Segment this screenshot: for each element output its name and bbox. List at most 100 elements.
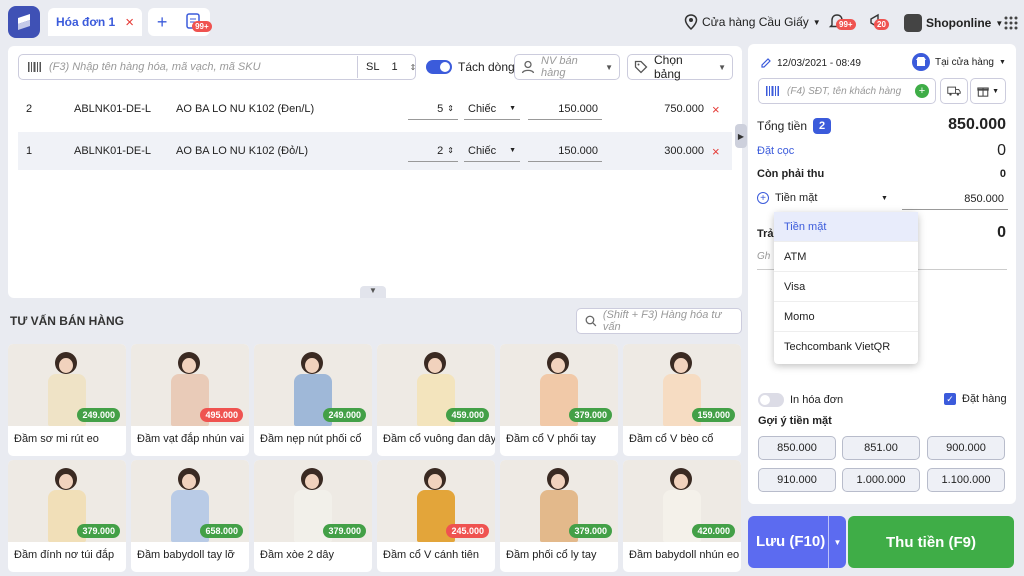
- expand-side-button[interactable]: ▶: [735, 124, 747, 148]
- staff-select[interactable]: NV bán hàng ▼: [514, 54, 620, 80]
- product-search-input[interactable]: (F3) Nhập tên hàng hóa, mã vạch, mã SKU …: [18, 54, 416, 80]
- alert-badge: 20: [874, 19, 889, 30]
- suggestion-search-input[interactable]: (Shift + F3) Hàng hóa tư vấn: [576, 308, 742, 334]
- order-label: Đặt hàng: [962, 393, 1007, 405]
- row-sku: ABLNK01-DE-L: [74, 145, 152, 157]
- row-unit-select[interactable]: Chiếc ▼: [464, 98, 520, 120]
- add-tab-button[interactable]: +: [157, 13, 168, 31]
- price-badge: 379.000: [569, 524, 612, 538]
- order-datetime[interactable]: 12/03/2021 - 08:49: [760, 57, 861, 69]
- table-row[interactable]: 2 ABLNK01-DE-L AO BA LO NU K102 (Đen/L) …: [18, 90, 732, 128]
- barcode-icon: [766, 86, 779, 96]
- row-total: 300.000: [664, 145, 704, 157]
- tab-invoice-1[interactable]: Hóa đơn 1 ×: [48, 8, 142, 36]
- cash-suggestion-chip[interactable]: 1.000.000: [842, 468, 920, 492]
- delete-row-icon[interactable]: ×: [712, 102, 720, 117]
- product-name: Đầm cổ V bèo cổ: [629, 433, 714, 445]
- app-logo[interactable]: [8, 6, 40, 38]
- cash-suggestion-chip[interactable]: 900.000: [927, 436, 1005, 460]
- product-card[interactable]: 658.000 Đầm babydoll tay lỡ: [131, 460, 249, 572]
- notification-button[interactable]: 99+: [828, 12, 856, 33]
- split-line-toggle[interactable]: Tách dòng: [426, 60, 515, 74]
- quantity-selector[interactable]: SL 1 ⇕: [357, 56, 416, 78]
- row-price-input[interactable]: 150.000: [528, 140, 602, 162]
- price-badge: 658.000: [200, 524, 243, 538]
- row-quantity-input[interactable]: 2 ⇕: [408, 140, 458, 162]
- price-badge: 379.000: [323, 524, 366, 538]
- gift-icon: [977, 87, 989, 97]
- collapse-panel-button[interactable]: ▼: [360, 286, 386, 298]
- pay-button[interactable]: Thu tiền (F9): [848, 516, 1014, 568]
- payment-option[interactable]: Tiền mặt: [774, 212, 918, 242]
- product-name: Đầm đính nơ túi đắp: [14, 549, 115, 561]
- remaining-label: Còn phải thu: [757, 168, 825, 180]
- invoice-list-button[interactable]: 99+: [185, 12, 212, 33]
- store-selector[interactable]: Cửa hàng Cầu Giấy ▼: [684, 14, 821, 30]
- deposit-link[interactable]: Đặt cọc: [757, 145, 794, 157]
- product-card[interactable]: 459.000 Đầm cổ vuông đan dây: [377, 344, 495, 456]
- payment-amount-input[interactable]: 850.000: [902, 188, 1008, 210]
- add-payment-icon[interactable]: +: [757, 192, 769, 204]
- shipping-button[interactable]: [940, 78, 968, 104]
- save-options-chevron-icon[interactable]: ▼: [828, 516, 846, 568]
- logo-icon: [18, 14, 30, 30]
- cash-suggestion-chip[interactable]: 851.00: [842, 436, 920, 460]
- store-name: Cửa hàng Cầu Giấy: [702, 15, 809, 29]
- row-index: 1: [26, 145, 33, 157]
- payment-method-select[interactable]: + Tiền mặt ▼: [757, 192, 888, 204]
- cash-suggestion-chip[interactable]: 850.000: [758, 436, 836, 460]
- payment-option[interactable]: Momo: [774, 302, 918, 332]
- product-card[interactable]: 379.000 Đầm phối cổ ly tay: [500, 460, 618, 572]
- add-customer-icon[interactable]: +: [915, 84, 929, 98]
- payment-option[interactable]: Visa: [774, 272, 918, 302]
- order-checkbox[interactable]: ✓ Đặt hàng: [944, 393, 1007, 405]
- product-card[interactable]: 245.000 Đầm cổ V cánh tiên: [377, 460, 495, 572]
- note-placeholder: Gh: [757, 251, 771, 262]
- chevron-down-icon: ▼: [881, 194, 888, 202]
- cash-suggestion-chip[interactable]: 1.100.000: [927, 468, 1005, 492]
- payment-option[interactable]: Techcombank VietQR: [774, 332, 918, 362]
- product-card[interactable]: 495.000 Đầm vạt đắp nhún vai: [131, 344, 249, 456]
- product-name: Đầm xòe 2 dây: [260, 549, 334, 561]
- print-invoice-toggle[interactable]: In hóa đơn: [758, 393, 843, 407]
- account-menu[interactable]: Shoponline ▼: [904, 14, 1003, 32]
- product-card[interactable]: 379.000 Đầm xòe 2 dây: [254, 460, 372, 572]
- price-table-label: Chọn bảng: [654, 53, 683, 81]
- cash-suggestion-chip[interactable]: 910.000: [758, 468, 836, 492]
- chevron-down-icon: ▼: [995, 18, 1004, 28]
- suggestions-title: TƯ VẤN BÁN HÀNG: [10, 314, 124, 328]
- price-table-select[interactable]: Chọn bảng ▼: [627, 53, 733, 81]
- price-badge: 249.000: [77, 408, 120, 422]
- toggle-switch[interactable]: [426, 60, 452, 74]
- row-total: 750.000: [664, 103, 704, 115]
- apps-grid-icon[interactable]: [1004, 16, 1018, 33]
- payment-option[interactable]: ATM: [774, 242, 918, 272]
- row-quantity-input[interactable]: 5 ⇕: [408, 98, 458, 120]
- product-card[interactable]: 159.000 Đầm cổ V bèo cổ: [623, 344, 741, 456]
- toggle-switch[interactable]: [758, 393, 784, 407]
- quantity-label: SL: [366, 61, 380, 73]
- close-icon[interactable]: ×: [125, 14, 134, 31]
- checkbox-checked-icon[interactable]: ✓: [944, 393, 956, 405]
- row-unit: Chiếc: [468, 102, 497, 115]
- row-price-input[interactable]: 150.000: [528, 98, 602, 120]
- delete-row-icon[interactable]: ×: [712, 144, 720, 159]
- channel-select[interactable]: Tại cửa hàng ▼: [912, 53, 1006, 71]
- row-unit-select[interactable]: Chiếc ▼: [464, 140, 520, 162]
- cash-suggest-label: Gợi ý tiền mặt: [758, 415, 832, 427]
- product-card[interactable]: 379.000 Đầm đính nơ túi đắp: [8, 460, 126, 572]
- row-qty-value: 5: [437, 102, 444, 115]
- table-row[interactable]: 1 ABLNK01-DE-L AO BA LO NU K102 (Đỏ/L) 2…: [18, 132, 732, 170]
- product-card[interactable]: 249.000 Đầm sơ mi rút eo: [8, 344, 126, 456]
- product-card[interactable]: 379.000 Đầm cổ V phối tay: [500, 344, 618, 456]
- product-name: Đầm phối cổ ly tay: [506, 549, 597, 561]
- product-card[interactable]: 420.000 Đầm babydoll nhún eo: [623, 460, 741, 572]
- customer-search-input[interactable]: (F4) SĐT, tên khách hàng +: [758, 78, 936, 104]
- save-button[interactable]: Lưu (F10) ▼: [748, 516, 846, 568]
- gift-button[interactable]: ▼: [970, 78, 1006, 104]
- alert-button[interactable]: 20: [868, 12, 889, 33]
- product-card[interactable]: 249.000 Đầm nẹp nút phối cổ: [254, 344, 372, 456]
- row-price: 150.000: [558, 144, 598, 157]
- row-product-name: AO BA LO NU K102 (Đỏ/L): [176, 145, 309, 157]
- account-name: Shoponline: [926, 16, 992, 30]
